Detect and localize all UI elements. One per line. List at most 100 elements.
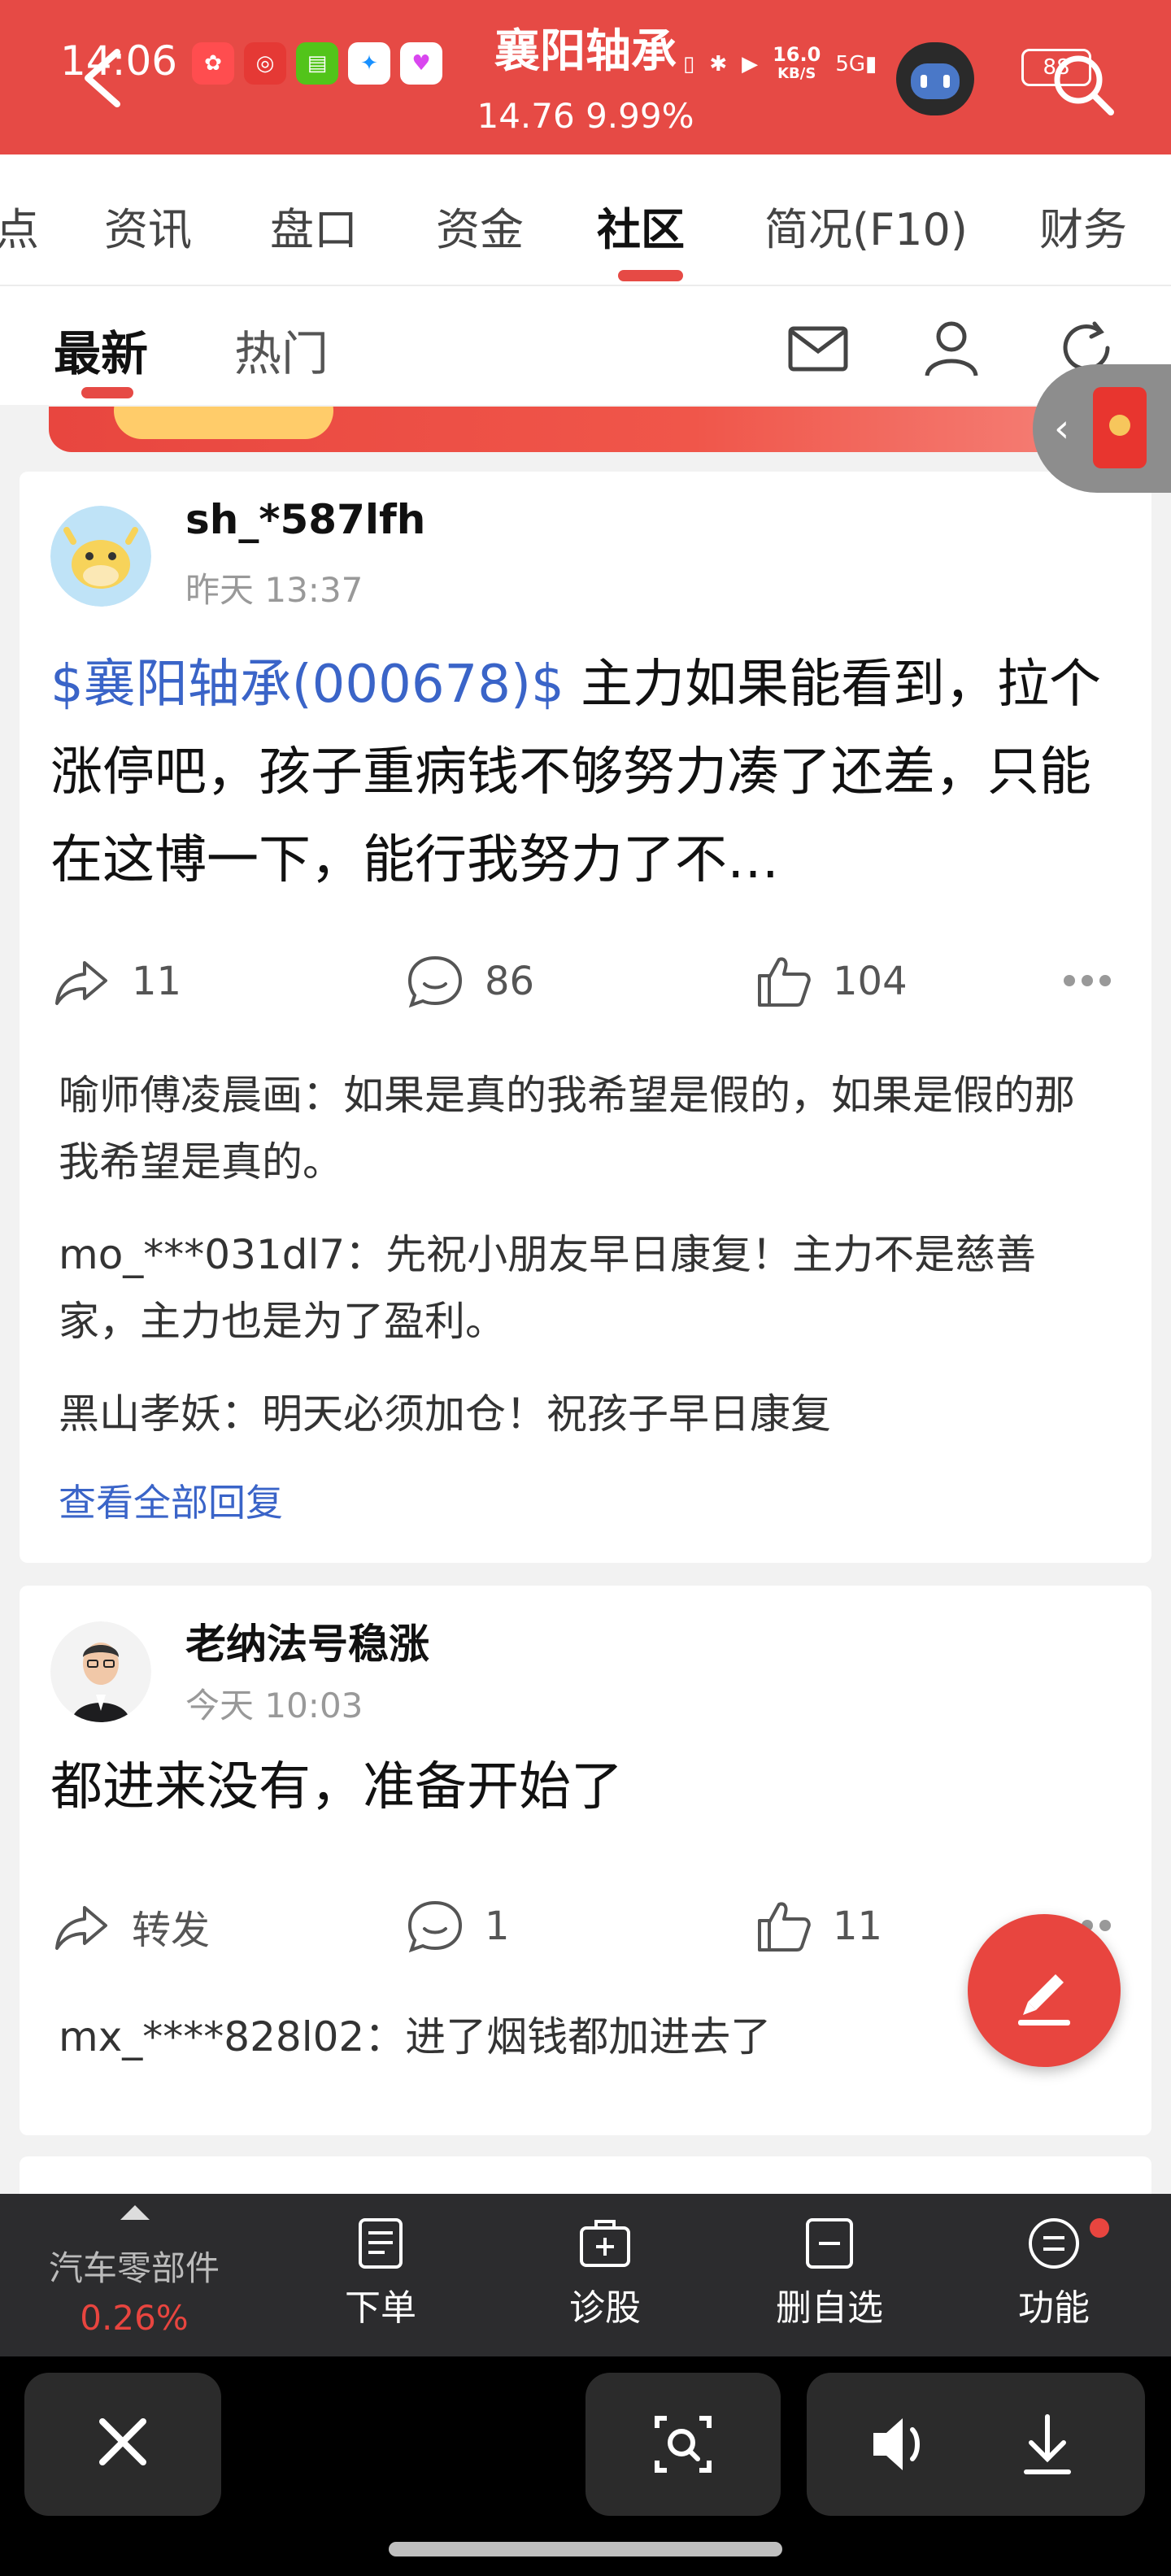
avatar[interactable] [50,506,151,607]
signal-icon: 5G▮ [835,52,877,76]
net-speed-unit: KB/S [777,65,816,82]
net-speed-value: 16.0 [773,43,821,66]
tab-news[interactable]: 资讯 [104,194,192,258]
place-order-button[interactable]: 下单 [299,2215,462,2330]
reply-author[interactable]: 喻师傅凌晨画 [59,1072,303,1119]
order-document-icon [359,2218,403,2269]
tab-hot[interactable]: 热门 [234,315,329,384]
notification-dot [1090,2218,1109,2238]
reply-author[interactable]: mo_***031dl7 [59,1231,345,1278]
post-time: 昨天 13:37 [185,570,363,610]
promo-banner[interactable] [49,407,1122,452]
avatar[interactable] [50,1621,151,1722]
diagnose-stock-label: 诊股 [569,2287,641,2329]
mail-icon[interactable] [786,315,851,381]
user-icon[interactable] [919,315,984,381]
assistant-robot-icon[interactable] [896,42,974,115]
screen-scan-button[interactable] [586,2373,781,2516]
reply-item[interactable]: 喻师傅凌晨画：如果是真的我希望是假的，如果是假的那我希望是真的。 [59,1062,1106,1195]
post-body[interactable]: 都进来没有，准备开始了 [50,1743,1116,1831]
stock-header: 14:06 ✿ ◎ ▤ ✦ ♥ 襄阳轴承 14.76 9.99% ▯ ✱ ▶ 1… [0,0,1171,154]
tab-order-book[interactable]: 盘口 [270,194,358,258]
share-button[interactable]: 11 [52,951,181,1012]
media-icons [873,2414,1071,2474]
volume-icon[interactable] [873,2418,920,2470]
tab-community[interactable]: 社区 [597,194,685,258]
comment-count: 86 [485,959,535,1004]
home-indicator[interactable] [389,2542,782,2556]
stock-price: 14.76 [477,96,575,136]
remove-watchlist-button[interactable]: 删自选 [748,2215,911,2330]
post-body[interactable]: $襄阳轴承(000678)$ 主力如果能看到，拉个涨停吧，孩子重病钱不够努力凑了… [50,641,1116,904]
caret-up-icon[interactable] [120,2205,150,2220]
reply-author[interactable]: 黑山孝妖 [59,1390,221,1438]
sector-name[interactable]: 汽车零部件 [0,2241,268,2291]
thumbs-up-icon [758,1902,811,1952]
play-icon: ▶ [742,52,759,76]
thumbs-up-icon [758,957,811,1007]
banner-button [114,407,333,439]
red-packet-float[interactable]: ‹ [1033,364,1171,493]
tab-latest[interactable]: 最新 [54,315,148,384]
pencil-icon [1018,1974,1070,2026]
share-label: 转发 [132,1908,211,1953]
post-username[interactable]: 老纳法号稳涨 [185,1612,429,1670]
stock-price-change: 14.76 9.99% [0,96,1171,136]
view-all-replies-link[interactable]: 查看全部回复 [59,1473,283,1527]
search-icon[interactable] [1046,47,1119,120]
post-time: 今天 10:03 [185,1686,363,1725]
stock-change-pct: 9.99% [586,96,694,136]
like-count: 104 [833,959,908,1004]
like-count: 11 [833,1904,883,1949]
bottom-action-bar: 汽车零部件 0.26% 下单 诊股 删自选 功能 [0,2194,1171,2356]
comment-button[interactable]: 86 [405,951,534,1012]
medical-kit-icon [580,2220,630,2267]
sub-tab-bar: 最新 热门 [0,286,1171,405]
system-status-icons: ▯ ✱ ▶ 16.0 KB/S 5G▮ [683,36,877,93]
post-username[interactable]: sh_*587lfh [185,496,425,543]
reply-author[interactable]: mx_****828l02 [59,2013,364,2060]
tab-capital-flow[interactable]: 资金 [436,194,524,258]
download-icon[interactable] [1024,2414,1071,2474]
vibrate-icon: ▯ [683,52,695,76]
active-tab-indicator [618,270,683,281]
active-subtab-indicator [81,387,133,398]
post-card: sh_*587lfh 昨天 13:37 $襄阳轴承(000678)$ 主力如果能… [20,472,1151,1563]
tab-viewpoint[interactable]: 点 [0,194,39,258]
share-icon [55,1906,107,1950]
close-overlay-button[interactable] [24,2373,221,2516]
close-icon [99,2418,146,2465]
more-options-icon[interactable] [1064,974,1121,990]
place-order-label: 下单 [345,2287,416,2329]
comment-button[interactable]: 1 [405,1896,510,1956]
comment-icon [407,1900,463,1953]
remove-watchlist-label: 删自选 [776,2287,883,2329]
like-button[interactable]: 11 [753,1896,882,1956]
share-icon [55,961,107,1005]
stock-tag-link[interactable]: $襄阳轴承(000678)$ [50,655,564,715]
stock-name-title: 襄阳轴承 [494,25,677,78]
reply-item[interactable]: 黑山孝妖：明天必须加仓！祝孩子早日康复 [59,1381,1106,1447]
compose-post-button[interactable] [968,1914,1121,2067]
share-button[interactable]: 转发 [52,1896,210,1956]
reply-item[interactable]: mo_***031dl7：先祝小朋友早日康复！主力不是慈善家，主力也是为了盈利。 [59,1221,1106,1355]
comment-count: 1 [485,1904,510,1949]
minus-square-icon [806,2218,853,2269]
net-speed: 16.0 KB/S [773,45,821,84]
chevron-left-icon: ‹ [1054,406,1070,451]
tab-profile-f10[interactable]: 简况(F10) [764,194,968,258]
diagnose-stock-button[interactable]: 诊股 [524,2215,686,2330]
sector-change: 0.26% [80,2298,189,2338]
tab-financials[interactable]: 财务 [1039,194,1127,258]
functions-button[interactable]: 功能 [973,2215,1135,2330]
functions-label: 功能 [1018,2287,1090,2329]
like-button[interactable]: 104 [753,951,908,1012]
scan-search-icon [655,2416,712,2473]
menu-circle-icon [1029,2218,1079,2269]
media-controls [807,2373,1145,2516]
comment-icon [407,955,463,1008]
bluetooth-icon: ✱ [709,52,728,76]
reply-item[interactable]: mx_****828l02：进了烟钱都加进去了 [59,2004,1106,2070]
main-tab-bar: 点 资讯 盘口 资金 社区 简况(F10) 财务 [0,154,1171,286]
reply-text: 进了烟钱都加进去了 [405,2013,772,2060]
